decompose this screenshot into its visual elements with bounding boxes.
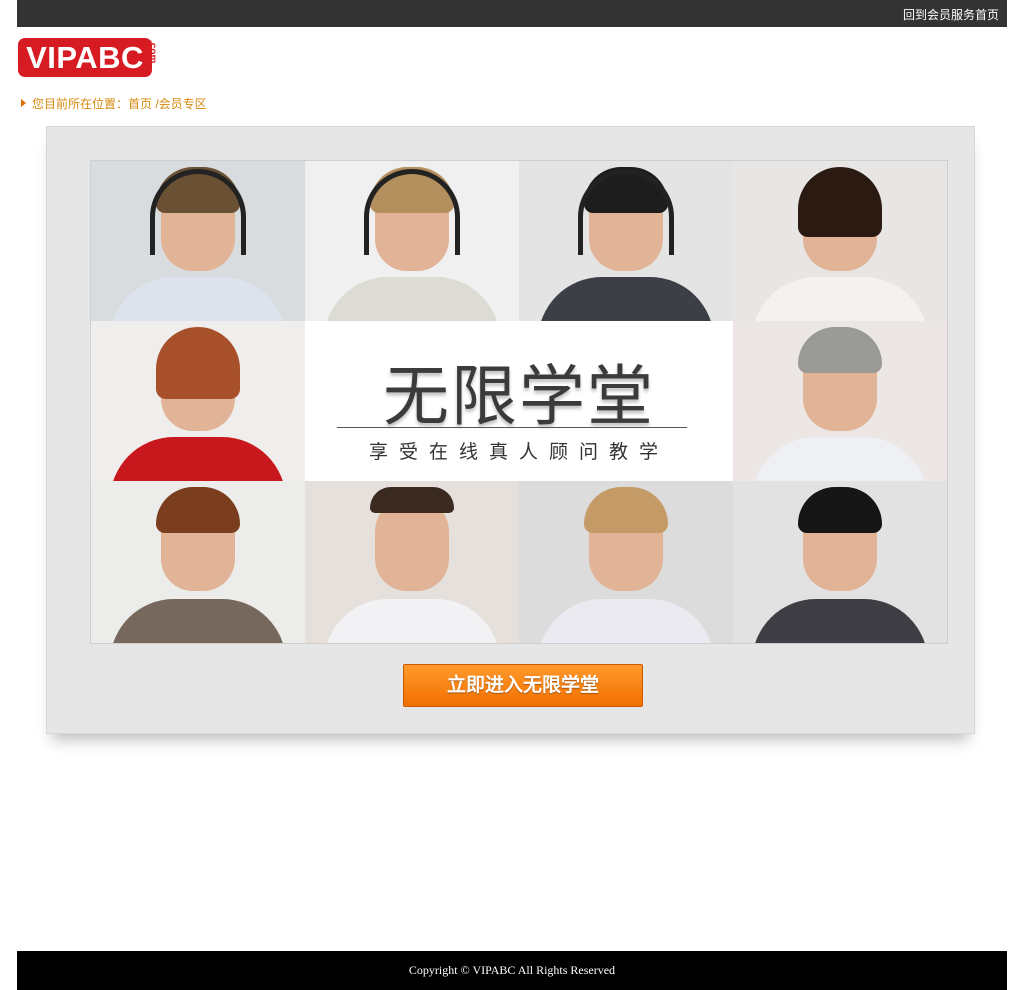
enter-classroom-button[interactable]: 立即进入无限学堂 bbox=[403, 664, 643, 707]
banner-subtitle: 享受在线真人顾问教学 bbox=[368, 442, 669, 463]
consultant-photo-grid: 无限学堂 享受在线真人顾问教学 bbox=[90, 160, 948, 644]
footer: Copyright © VIPABC All Rights Reserved bbox=[17, 951, 1007, 990]
banner-title-block: 无限学堂 享受在线真人顾问教学 bbox=[305, 321, 733, 481]
banner-title: 无限学堂 bbox=[383, 358, 655, 435]
copyright-text: Copyright © VIPABC All Rights Reserved bbox=[408, 963, 616, 977]
member-home-link[interactable]: 回到会员服务首页 bbox=[903, 6, 999, 23]
consultant-2-headset-photo bbox=[305, 161, 520, 322]
consultant-5-glasses-photo bbox=[91, 321, 306, 482]
logo-suffix: .com bbox=[147, 40, 158, 64]
banner-panel: 无限学堂 享受在线真人顾问教学 立即进入无限学堂 bbox=[46, 126, 975, 734]
consultant-9-photo bbox=[519, 481, 734, 643]
consultant-10-photo bbox=[733, 481, 947, 643]
consultant-6-photo bbox=[733, 321, 947, 482]
triangle-right-icon bbox=[21, 99, 26, 107]
consultant-8-glasses-photo bbox=[305, 481, 520, 643]
breadcrumb-text: 您目前所在位置：首页 /会员专区 bbox=[32, 97, 207, 111]
consultant-1-headset-photo bbox=[91, 161, 306, 322]
title-divider bbox=[337, 427, 687, 428]
consultant-7-photo bbox=[91, 481, 306, 643]
logo-wordmark: VIPABC bbox=[18, 38, 152, 77]
vipabc-logo[interactable]: VIPABC .com bbox=[18, 38, 168, 78]
consultant-4-photo bbox=[733, 161, 947, 322]
top-bar: 回到会员服务首页 bbox=[17, 0, 1007, 27]
breadcrumb: 您目前所在位置：首页 /会员专区 bbox=[21, 95, 207, 111]
consultant-3-headset-photo bbox=[519, 161, 734, 322]
